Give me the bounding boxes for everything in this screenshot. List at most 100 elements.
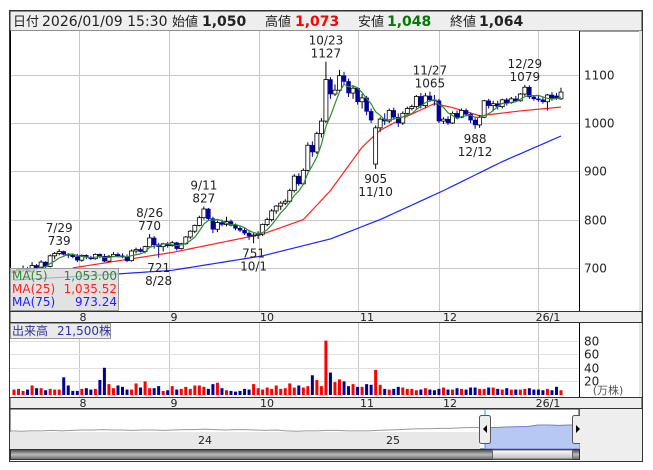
volume-bar (460, 388, 464, 395)
candle-down (246, 232, 252, 237)
volume-tick-label: 60 (584, 348, 599, 362)
volume-bar (175, 389, 179, 395)
volume-bar (554, 386, 558, 395)
volume-bar (134, 383, 138, 395)
volume-bar (310, 375, 314, 395)
high-value: 1,073 (295, 14, 339, 30)
price-tick-label: 700 (584, 262, 607, 276)
volume-bar (455, 388, 459, 395)
candle-up (52, 253, 58, 257)
volume-bar (550, 390, 554, 395)
volume-bar (405, 388, 409, 395)
volume-bar (396, 386, 400, 395)
annotation-value: 739 (48, 234, 71, 248)
volume-bar (351, 384, 355, 395)
navigator-selected-range[interactable] (484, 424, 581, 450)
volume-bar (21, 390, 25, 395)
volume-bar (410, 388, 414, 395)
volume-bar (401, 387, 405, 395)
volume-unit: (万株) (593, 383, 624, 397)
candle-up (282, 200, 288, 204)
volume-bar (297, 385, 301, 395)
volume-bar (509, 389, 513, 395)
volume-bar (247, 389, 251, 395)
volume-bar (369, 384, 373, 395)
volume-bar (265, 387, 269, 395)
candle-down (463, 110, 469, 115)
price-panel[interactable]: 7/29739 8/26770 7218/28 9/11827 75110/1 10/23… (10, 31, 642, 311)
volume-bar (559, 390, 563, 395)
month-label: 11 (360, 311, 374, 324)
candle-up (332, 89, 338, 95)
candle-up (323, 79, 329, 122)
volume-bar (356, 386, 360, 395)
date-label: 日付 (13, 15, 39, 30)
candle-down (536, 98, 541, 101)
price-tick-label: 800 (584, 214, 607, 228)
price-tick-label: 1100 (584, 69, 615, 83)
month-label: 12 (443, 311, 457, 324)
candle-down (445, 118, 451, 124)
volume-bar (161, 390, 165, 395)
volume-bar (256, 388, 260, 395)
annotation-date: 9/11 (190, 179, 217, 193)
volume-bar (215, 382, 219, 395)
volume-bar (75, 390, 79, 395)
navigator-scrollbar[interactable] (10, 449, 580, 460)
navigator-year-25: 25 (386, 434, 400, 447)
candle-up (337, 75, 342, 91)
candle-up (201, 208, 207, 219)
month-label: 8 (80, 311, 87, 324)
volume-bar (365, 384, 369, 395)
volume-bar (487, 387, 491, 395)
candle-up (187, 230, 193, 238)
volume-bar (446, 389, 450, 395)
month-label: 9 (171, 311, 178, 324)
navigator-left-handle[interactable] (479, 415, 491, 444)
volume-bar (274, 385, 278, 395)
candle-down (115, 254, 121, 257)
candle-down (219, 222, 225, 225)
annotation-value: 827 (192, 192, 215, 206)
candle-down (391, 110, 396, 118)
volume-bar (464, 389, 468, 395)
volume-bar (441, 387, 445, 395)
volume-bar (545, 388, 549, 395)
volume-bar (288, 383, 292, 395)
volume-bar (202, 386, 206, 395)
open-value: 1,050 (202, 14, 247, 30)
candle-up (400, 112, 406, 124)
volume-bar (437, 388, 441, 395)
volume-bar (62, 377, 66, 395)
volume-bar (306, 386, 310, 395)
candle-up (404, 108, 410, 114)
high-label: 高値 (265, 14, 291, 30)
volume-bar (39, 388, 43, 395)
volume-bar (35, 388, 39, 395)
legend-ma75-label: MA(75) (12, 295, 55, 309)
volume-bar (342, 381, 346, 395)
volume-bar (116, 385, 120, 395)
volume-bar (125, 389, 129, 395)
scrollbar-thumb[interactable] (492, 449, 573, 460)
candle-down (151, 237, 157, 245)
volume-bar (44, 390, 48, 395)
volume-bar (12, 389, 16, 395)
volume-bar (229, 390, 233, 395)
volume-panel[interactable]: 80604020 (万株) 出来高 21,500株 (10, 323, 642, 397)
candle-down (138, 249, 143, 252)
volume-bar (93, 388, 97, 395)
volume-bar (48, 388, 52, 395)
annotation-date: 10/1 (240, 259, 267, 273)
volume-bar (432, 390, 436, 395)
navigator-shade (10, 432, 480, 449)
candle-up (413, 96, 419, 107)
low-value: 1,048 (387, 14, 431, 30)
volume-bar (53, 389, 57, 395)
volume-bar (224, 390, 228, 395)
volume-bar (324, 340, 328, 395)
volume-bar (238, 390, 242, 395)
volume-bar (505, 388, 509, 395)
volume-bar (347, 386, 351, 395)
volume-bar (26, 389, 30, 395)
